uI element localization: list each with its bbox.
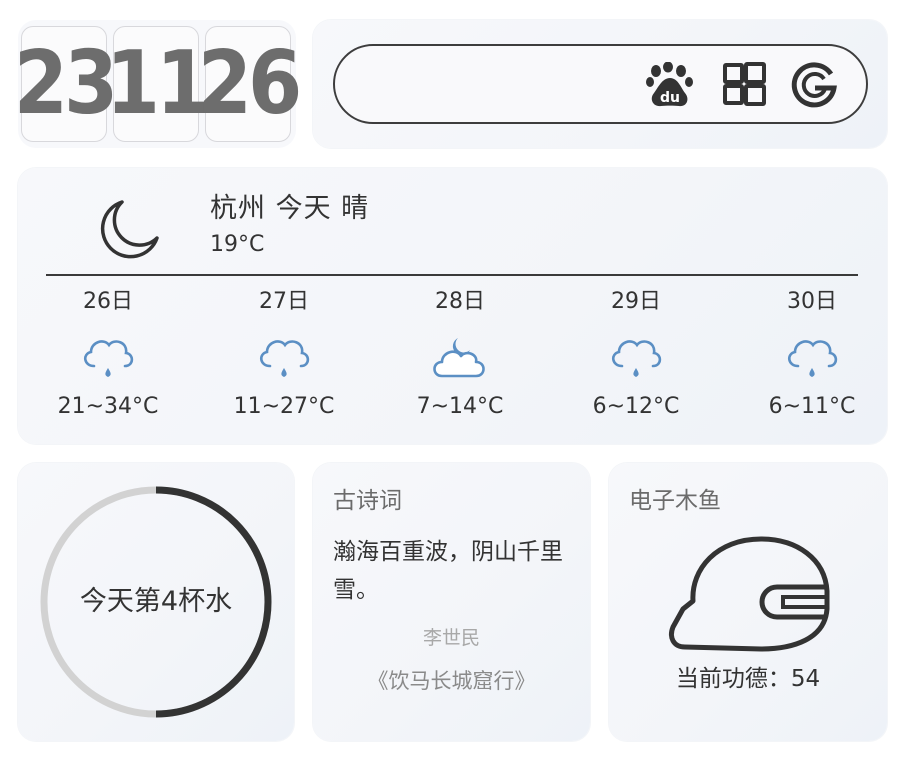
- forecast-day: 26日 21~34°C: [43, 286, 173, 419]
- weather-divider: [46, 274, 858, 276]
- rain-cloud-icon: [788, 340, 838, 377]
- forecast-date: 29日: [611, 289, 661, 314]
- poem-author: 李世民: [422, 627, 480, 649]
- forecast-day: 29日 6~12°C: [571, 286, 701, 419]
- wooden-fish-card: 电子木鱼 当前功德：54: [609, 463, 887, 741]
- weather-card: 杭州 今天 晴 19°C 26日 21~34°C 27日 11~27°C 28日…: [18, 168, 887, 444]
- clock-minutes: 11: [106, 26, 210, 142]
- clock-hours: 23: [14, 26, 118, 142]
- wooden-fish-heading: 电子木鱼: [629, 488, 721, 514]
- baidu-icon[interactable]: du: [645, 62, 695, 108]
- water-count-label: 今天第4杯水: [79, 586, 233, 617]
- search-card: du: [313, 20, 887, 148]
- svg-text:du: du: [660, 90, 680, 106]
- bing-windows-icon[interactable]: [720, 62, 770, 108]
- merit-counter: 当前功德：54: [675, 666, 821, 692]
- poem-heading: 古诗词: [333, 488, 402, 514]
- forecast-range: 11~27°C: [233, 394, 335, 419]
- forecast-date: 26日: [83, 289, 133, 314]
- weather-title: 杭州 今天 晴: [210, 193, 370, 224]
- forecast-range: 6~12°C: [592, 394, 680, 419]
- forecast-date: 28日: [435, 289, 485, 314]
- forecast-day: 28日 7~14°C: [395, 286, 525, 419]
- search-bar: du: [333, 44, 868, 124]
- forecast-day: 27日 11~27°C: [219, 286, 349, 419]
- water-tracker-card[interactable]: 今天第4杯水: [18, 463, 294, 741]
- forecast-range: 7~14°C: [416, 394, 504, 419]
- forecast-range: 6~11°C: [768, 394, 856, 419]
- current-temperature: 19°C: [210, 232, 265, 257]
- wooden-fish-icon[interactable]: [665, 533, 831, 655]
- flip-clock: 23 11 26: [14, 20, 302, 148]
- forecast-date: 27日: [259, 289, 309, 314]
- rain-cloud-icon: [84, 340, 134, 377]
- search-input[interactable]: [365, 66, 635, 102]
- moon-icon: [100, 200, 159, 259]
- forecast-day: 30日 6~11°C: [747, 286, 877, 419]
- cloudy-night-icon: [433, 338, 485, 378]
- poem-card: 古诗词 瀚海百重波，阴山千里雪。 李世民 《饮马长城窟行》: [313, 463, 590, 741]
- rain-cloud-icon: [260, 340, 310, 377]
- google-icon[interactable]: [790, 62, 840, 108]
- forecast-range: 21~34°C: [57, 394, 159, 419]
- clock-seconds: 26: [198, 26, 302, 142]
- forecast-date: 30日: [787, 289, 837, 314]
- poem-title: 《饮马长城窟行》: [367, 669, 536, 693]
- poem-line: 瀚海百重波，阴山千里雪。: [333, 539, 563, 603]
- rain-cloud-icon: [612, 340, 662, 377]
